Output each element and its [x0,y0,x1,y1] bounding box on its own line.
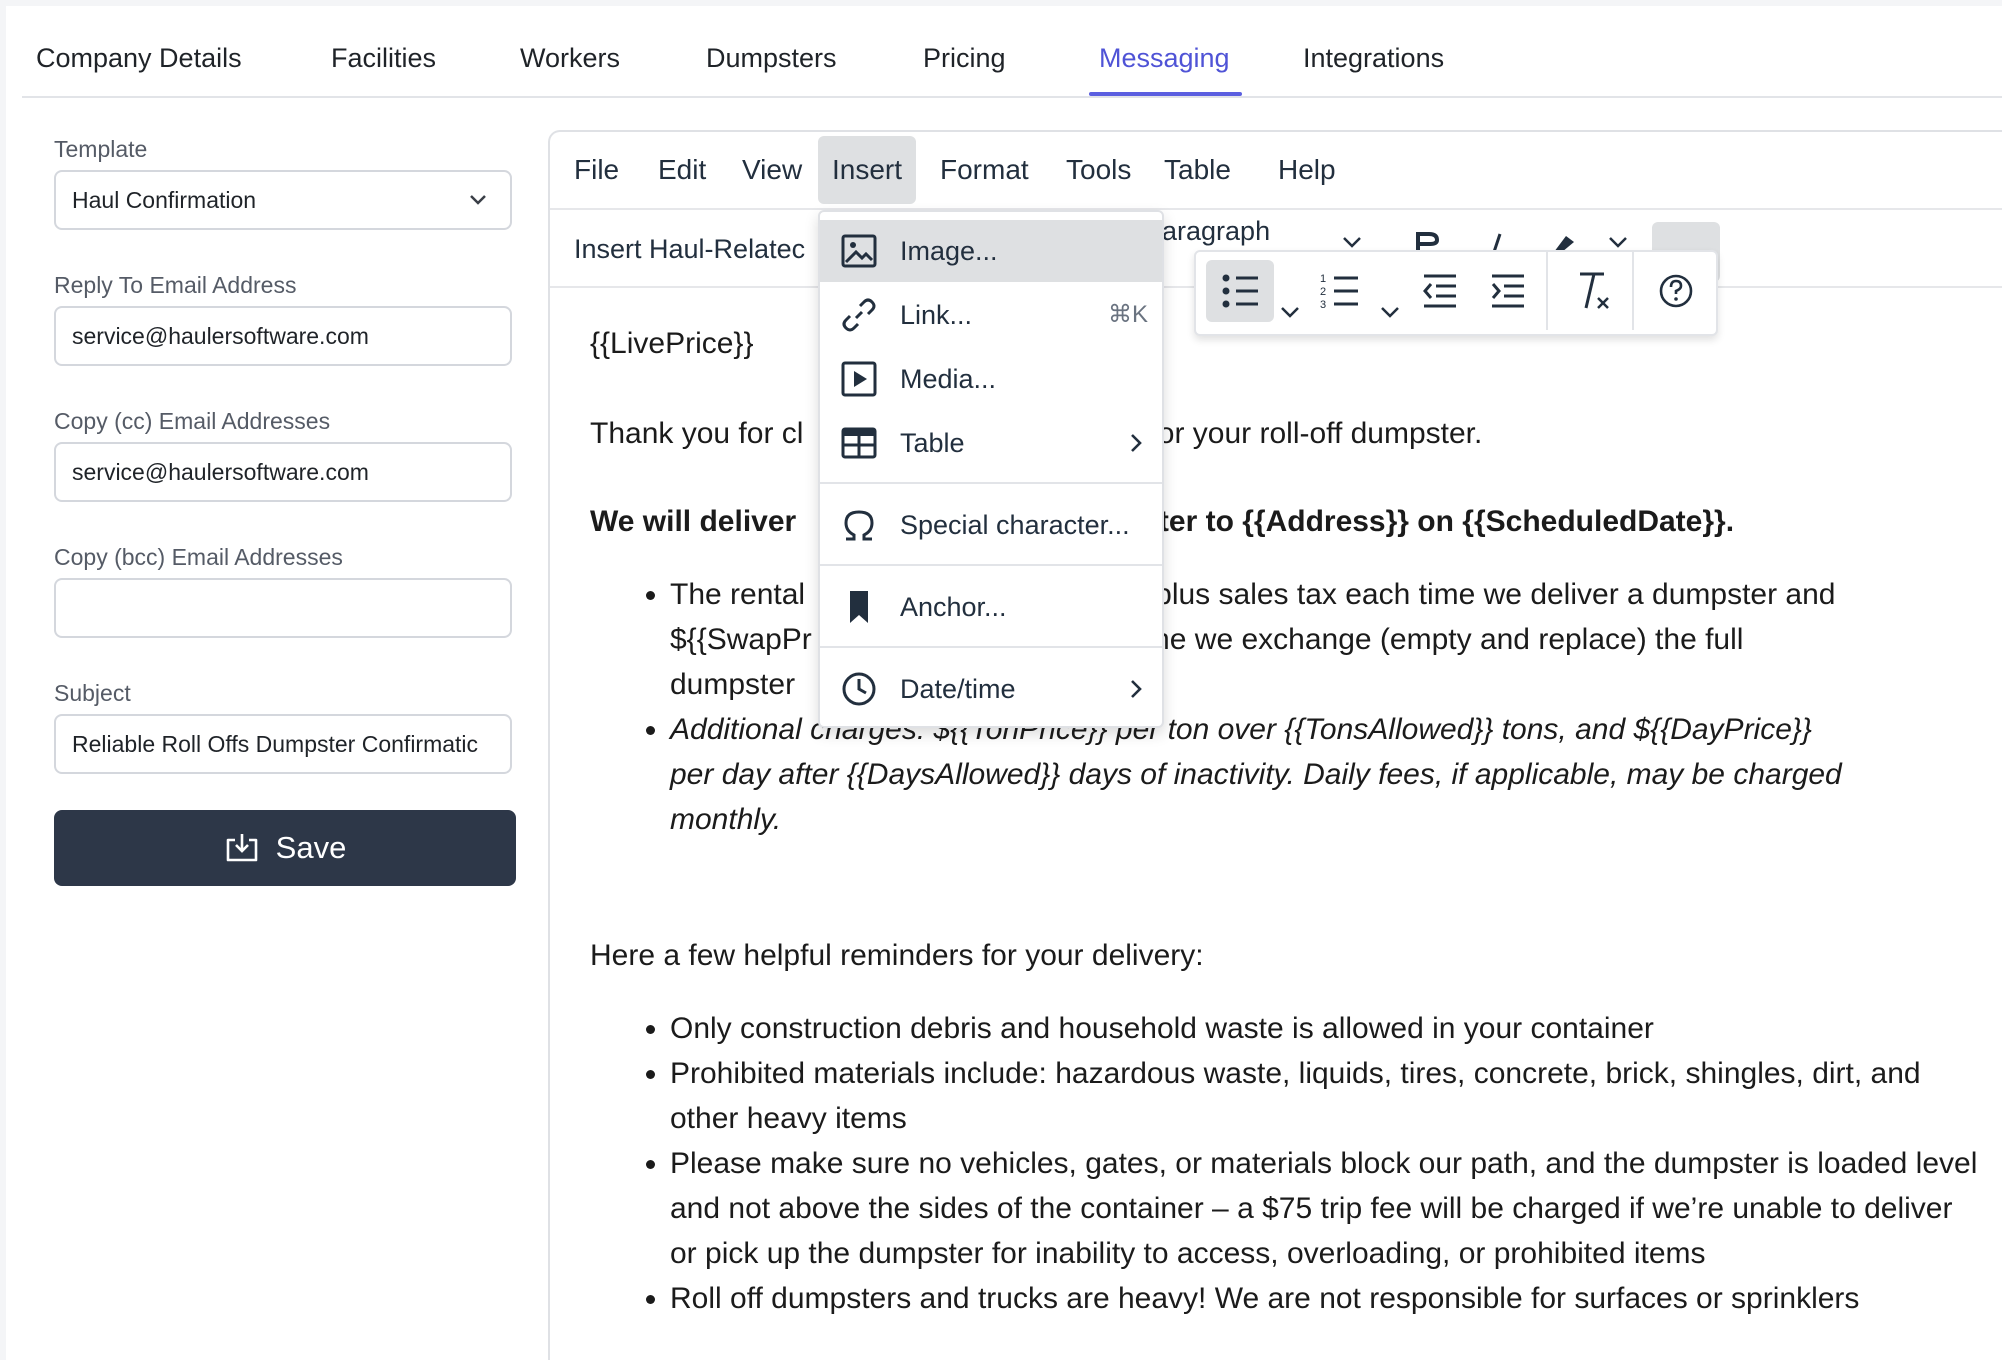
active-tab-indicator [1089,92,1242,96]
cc-label: Copy (cc) Email Addresses [54,408,331,434]
media-play-icon [841,361,877,397]
list-item: Roll off dumpsters and trucks are heavy!… [670,1276,1980,1321]
cc-email-field[interactable]: service@haulersoftware.com [54,442,512,502]
tab-pricing[interactable]: Pricing [923,6,1006,96]
insert-media-item[interactable]: Media... [820,348,1162,410]
insert-table-item[interactable]: Table [820,412,1162,474]
save-button-label: Save [275,830,347,865]
tab-dumpsters[interactable]: Dumpsters [706,6,837,96]
list-item: Please make sure no vehicles, gates, or … [670,1141,1980,1276]
insert-anchor-item[interactable]: Anchor... [820,576,1162,638]
template-label: Template [54,136,148,162]
help-icon[interactable] [1646,260,1706,322]
charges-list: The rentalce}} plus sales tax each time … [590,572,2002,842]
table-icon [841,427,877,459]
bcc-label: Copy (bcc) Email Addresses [54,544,343,570]
bookmark-icon [850,591,868,623]
overflow-toolbar: 1 2 3 [1194,250,1718,336]
omega-icon [844,510,874,541]
subject-label: Subject [54,680,131,706]
menu-divider [820,482,1162,484]
list-item: Only construction debris and household w… [670,1006,1980,1051]
chevron-down-icon[interactable] [1278,282,1302,344]
menu-view[interactable]: View [728,132,816,204]
content-line-liveprice: {{LivePrice}} [590,327,754,360]
insert-haul-related-dropdown[interactable]: Insert Haul-Relatec [574,210,814,288]
insert-datetime-item[interactable]: Date/time [820,658,1162,720]
insert-image-item[interactable]: Image... [820,220,1162,282]
insert-menu-dropdown: Image... Link... ⌘K Media... Table Speci… [818,210,1164,728]
tab-messaging[interactable]: Messaging [1099,6,1230,96]
template-select-value: Haul Confirmation [72,187,257,213]
toolbar-divider [1546,252,1548,330]
reminders-list: Only construction debris and household w… [590,1006,1980,1321]
messaging-settings-page: Company Details Facilities Workers Dumps… [6,6,2002,1360]
bullet-list-icon [1222,274,1258,308]
menu-format[interactable]: Format [926,132,1043,204]
insert-special-character-item[interactable]: Special character... [820,494,1162,556]
reply-to-label: Reply To Email Address [54,272,297,298]
svg-text:2: 2 [1320,286,1326,298]
menu-edit[interactable]: Edit [644,132,720,204]
svg-text:3: 3 [1320,299,1326,311]
menu-divider [820,646,1162,648]
highlight-pen-icon[interactable] [1548,232,1582,252]
tab-integrations[interactable]: Integrations [1303,6,1444,96]
save-button[interactable]: Save [54,810,516,886]
tab-company-details[interactable]: Company Details [36,6,242,96]
menu-insert[interactable]: Insert [818,136,917,204]
tab-facilities[interactable]: Facilities [331,6,436,96]
clock-icon [842,672,876,706]
link-icon [842,298,876,332]
save-download-icon [226,834,257,862]
numbered-list-icon[interactable]: 1 2 3 [1310,260,1370,322]
bold-icon[interactable] [1412,232,1446,252]
insert-link-item[interactable]: Link... ⌘K [820,284,1162,346]
content-line-reminders: Here a few helpful reminders for your de… [590,939,1204,972]
chevron-right-icon [1131,434,1142,452]
tab-workers[interactable]: Workers [520,6,620,96]
bullet-list-button[interactable] [1206,260,1274,322]
chevron-down-icon [470,195,486,205]
list-item: Prohibited materials include: hazardous … [670,1051,1980,1141]
image-icon [841,234,877,268]
decrease-indent-icon[interactable] [1410,260,1470,322]
link-shortcut: ⌘K [1107,301,1148,328]
chevron-down-icon[interactable] [1378,282,1402,344]
reply-to-email-field[interactable]: service@haulersoftware.com [54,306,512,366]
italic-icon[interactable] [1482,232,1512,252]
subject-field[interactable]: Reliable Roll Offs Dumpster Confirmatic [54,714,512,774]
increase-indent-icon[interactable] [1478,260,1538,322]
menu-tools[interactable]: Tools [1052,132,1145,204]
settings-tabs: Company Details Facilities Workers Dumps… [22,6,2002,98]
bcc-email-field[interactable] [54,578,512,638]
svg-text:1: 1 [1320,273,1326,285]
menu-file[interactable]: File [560,132,633,204]
clear-formatting-icon[interactable] [1564,260,1624,322]
toolbar-divider [1632,252,1634,330]
chevron-right-icon [1131,680,1142,698]
menu-divider [820,564,1162,566]
template-select[interactable]: Haul Confirmation [54,170,512,230]
